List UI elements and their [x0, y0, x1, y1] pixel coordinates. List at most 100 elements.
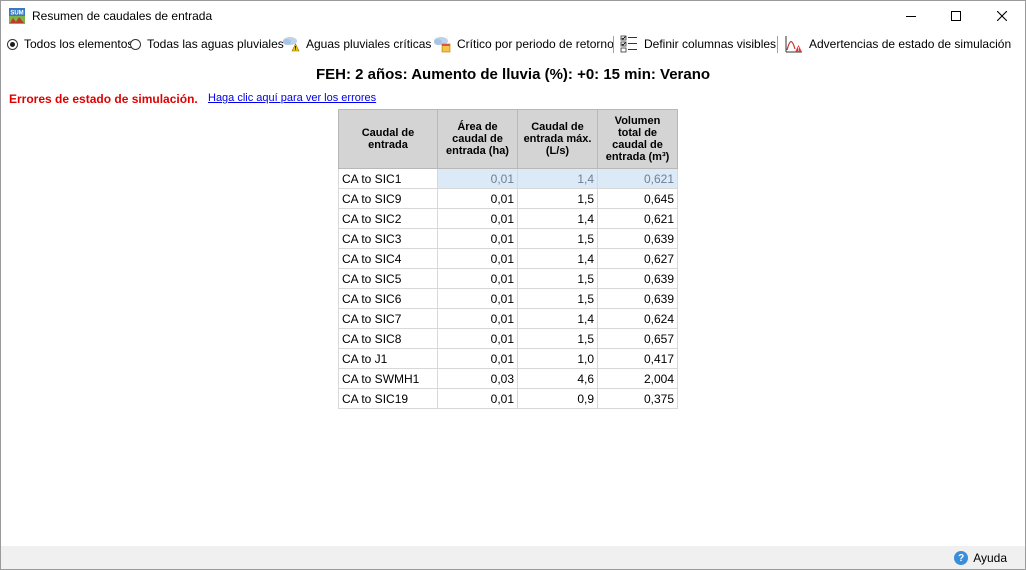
- inflow-name-cell[interactable]: CA to SIC6: [338, 288, 438, 309]
- table-row[interactable]: CA to SIC3 0,01 1,5 0,639: [338, 228, 678, 249]
- value-cell[interactable]: 1,5: [517, 288, 598, 309]
- value-cell[interactable]: 0,375: [597, 388, 678, 409]
- close-button[interactable]: [979, 1, 1025, 31]
- value-cell[interactable]: 1,4: [517, 248, 598, 269]
- inflow-name-cell[interactable]: CA to SIC5: [338, 268, 438, 289]
- simulation-errors-label: Errores de estado de simulación.: [9, 92, 198, 106]
- app-icon: SUM: [9, 8, 25, 24]
- simulation-status-warnings-label: Advertencias de estado de simulación: [809, 37, 1012, 51]
- cloud-warning-icon: [283, 37, 300, 52]
- inflow-name-cell[interactable]: CA to SIC1: [338, 168, 438, 189]
- column-checklist-icon: [620, 35, 637, 53]
- inflow-name-cell[interactable]: CA to SIC7: [338, 308, 438, 329]
- inflow-name-cell[interactable]: CA to SIC19: [338, 388, 438, 409]
- value-cell[interactable]: 0,9: [517, 388, 598, 409]
- critical-by-return-period-button[interactable]: Crítico por periodo de retorno: [433, 33, 614, 55]
- value-cell[interactable]: 0,621: [597, 168, 678, 189]
- table-body: CA to SIC1 0,01 1,4 0,621 CA to SIC9 0,01 1,5 0…: [338, 168, 678, 409]
- radio-checked-icon[interactable]: [7, 38, 18, 50]
- inflow-name-cell[interactable]: CA to J1: [338, 348, 438, 369]
- table-header-row: Caudal de entrada Área de caudal de entr…: [338, 109, 678, 169]
- minimize-icon: [906, 16, 916, 17]
- value-cell[interactable]: 0,621: [597, 208, 678, 229]
- inflow-name-cell[interactable]: CA to SIC2: [338, 208, 438, 229]
- value-cell[interactable]: 0,01: [437, 308, 518, 329]
- critical-rainwater-label: Aguas pluviales críticas: [306, 37, 432, 51]
- graph-warning-icon: [785, 36, 802, 53]
- cloud-calendar-icon: [434, 37, 451, 53]
- title-bar[interactable]: SUM Resumen de caudales de entrada: [1, 1, 1025, 31]
- radio-unchecked-icon[interactable]: [130, 38, 141, 50]
- value-cell[interactable]: 0,01: [437, 168, 518, 189]
- value-cell[interactable]: 2,004: [597, 368, 678, 389]
- value-cell[interactable]: 0,645: [597, 188, 678, 209]
- results-headline: FEH: 2 años: Aumento de lluvia (%): +0: …: [315, 66, 711, 83]
- inflow-summary-table[interactable]: Caudal de entrada Área de caudal de entr…: [338, 109, 678, 409]
- value-cell[interactable]: 0,639: [597, 288, 678, 309]
- radio-all-rainwater-label: Todas las aguas pluviales: [147, 37, 284, 51]
- maximize-button[interactable]: [933, 1, 979, 31]
- value-cell[interactable]: 0,01: [437, 188, 518, 209]
- value-cell[interactable]: 0,01: [437, 288, 518, 309]
- value-cell[interactable]: 0,01: [437, 208, 518, 229]
- simulation-status-warnings-button[interactable]: Advertencias de estado de simulación: [785, 33, 1011, 55]
- value-cell[interactable]: 0,417: [597, 348, 678, 369]
- maximize-icon: [951, 11, 961, 21]
- inflow-name-cell[interactable]: CA to SWMH1: [338, 368, 438, 389]
- value-cell[interactable]: 0,03: [437, 368, 518, 389]
- value-cell[interactable]: 1,4: [517, 168, 598, 189]
- column-header[interactable]: Volumen total de caudal de entrada (m³): [597, 109, 678, 169]
- minimize-button[interactable]: [888, 1, 934, 31]
- value-cell[interactable]: 0,01: [437, 228, 518, 249]
- table-row[interactable]: CA to SIC19 0,01 0,9 0,375: [338, 388, 678, 409]
- value-cell[interactable]: 1,5: [517, 328, 598, 349]
- value-cell[interactable]: 1,0: [517, 348, 598, 369]
- define-visible-columns-button[interactable]: Definir columnas visibles: [620, 33, 776, 55]
- table-row[interactable]: CA to SIC1 0,01 1,4 0,621: [338, 168, 678, 189]
- column-header[interactable]: Caudal de entrada: [338, 109, 438, 169]
- inflow-name-cell[interactable]: CA to SIC9: [338, 188, 438, 209]
- table-row[interactable]: CA to SIC2 0,01 1,4 0,621: [338, 208, 678, 229]
- table-row[interactable]: CA to SIC6 0,01 1,5 0,639: [338, 288, 678, 309]
- value-cell[interactable]: 1,5: [517, 228, 598, 249]
- window-title: Resumen de caudales de entrada: [32, 9, 213, 23]
- toolbar-separator: [613, 36, 614, 53]
- value-cell[interactable]: 1,4: [517, 208, 598, 229]
- inflow-name-cell[interactable]: CA to SIC8: [338, 328, 438, 349]
- value-cell[interactable]: 0,624: [597, 308, 678, 329]
- value-cell[interactable]: 0,01: [437, 248, 518, 269]
- table-row[interactable]: CA to SIC7 0,01 1,4 0,624: [338, 308, 678, 329]
- value-cell[interactable]: 0,01: [437, 348, 518, 369]
- value-cell[interactable]: 0,657: [597, 328, 678, 349]
- column-header[interactable]: Caudal de entrada máx. (L/s): [517, 109, 598, 169]
- value-cell[interactable]: 4,6: [517, 368, 598, 389]
- value-cell[interactable]: 0,639: [597, 268, 678, 289]
- table-row[interactable]: CA to J1 0,01 1,0 0,417: [338, 348, 678, 369]
- table-row[interactable]: CA to SIC4 0,01 1,4 0,627: [338, 248, 678, 269]
- svg-text:SUM: SUM: [10, 11, 23, 17]
- view-errors-link[interactable]: Haga clic aquí para ver los errores: [208, 92, 376, 104]
- value-cell[interactable]: 1,4: [517, 308, 598, 329]
- table-row[interactable]: CA to SWMH1 0,03 4,6 2,004: [338, 368, 678, 389]
- inflow-name-cell[interactable]: CA to SIC3: [338, 228, 438, 249]
- value-cell[interactable]: 1,5: [517, 188, 598, 209]
- radio-all-elements[interactable]: Todos los elementos: [7, 33, 133, 55]
- critical-by-return-period-label: Crítico por periodo de retorno: [457, 37, 614, 51]
- value-cell[interactable]: 0,01: [437, 328, 518, 349]
- table-row[interactable]: CA to SIC9 0,01 1,5 0,645: [338, 188, 678, 209]
- help-button[interactable]: ? Ayuda: [954, 551, 1007, 565]
- value-cell[interactable]: 0,01: [437, 388, 518, 409]
- radio-all-rainwater[interactable]: Todas las aguas pluviales: [130, 33, 284, 55]
- help-label: Ayuda: [973, 551, 1007, 565]
- value-cell[interactable]: 0,627: [597, 248, 678, 269]
- value-cell[interactable]: 1,5: [517, 268, 598, 289]
- table-row[interactable]: CA to SIC8 0,01 1,5 0,657: [338, 328, 678, 349]
- column-header[interactable]: Área de caudal de entrada (ha): [437, 109, 518, 169]
- radio-all-elements-label: Todos los elementos: [24, 37, 134, 51]
- table-row[interactable]: CA to SIC5 0,01 1,5 0,639: [338, 268, 678, 289]
- value-cell[interactable]: 0,01: [437, 268, 518, 289]
- value-cell[interactable]: 0,639: [597, 228, 678, 249]
- toolbar: Todos los elementos Todas las aguas pluv…: [1, 33, 1025, 57]
- critical-rainwater-button[interactable]: Aguas pluviales críticas: [282, 33, 431, 55]
- inflow-name-cell[interactable]: CA to SIC4: [338, 248, 438, 269]
